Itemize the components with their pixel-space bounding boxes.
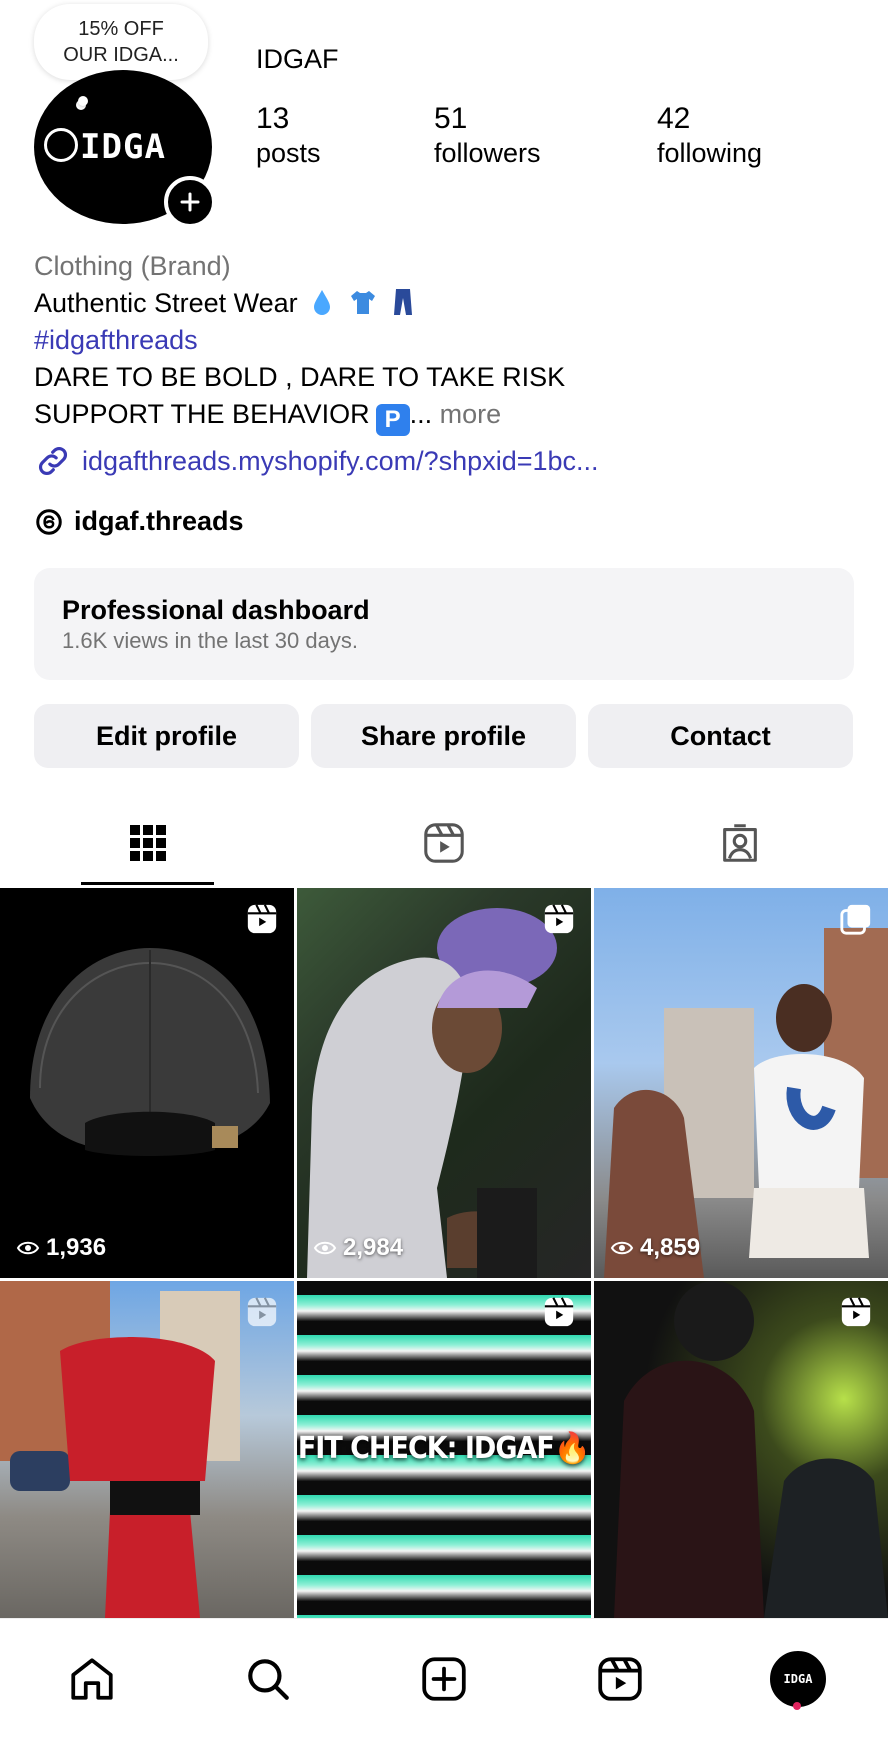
note-line-1: 15% OFF	[78, 18, 164, 40]
stat-following-count: 42	[657, 102, 691, 135]
grid-post-1[interactable]: 1,936	[0, 888, 294, 1278]
hoodie-person-thumbnail	[307, 908, 557, 1278]
view-count-text: 4,859	[640, 1234, 701, 1261]
note-bubble-tail	[78, 96, 88, 106]
eye-icon	[313, 1241, 337, 1255]
contact-button[interactable]: Contact	[588, 704, 853, 768]
nav-profile-avatar: IDGA	[770, 1651, 826, 1707]
stat-following-label: following	[657, 138, 763, 168]
view-count-text: 1,936	[46, 1234, 107, 1261]
threads-handle: idgaf.threads	[74, 506, 244, 536]
eye-logo-icon	[44, 128, 78, 162]
bio-line-1: Authentic Street Wear	[34, 285, 874, 322]
dashboard-title: Professional dashboard	[62, 595, 370, 625]
reel-icon	[841, 1297, 871, 1327]
grid-post-4[interactable]	[0, 1281, 294, 1618]
view-count-text: 2,984	[343, 1234, 404, 1261]
tab-tagged[interactable]	[592, 800, 888, 886]
profile-action-buttons: Edit profile Share profile Contact	[34, 704, 853, 768]
share-profile-button[interactable]: Share profile	[311, 704, 576, 768]
eye-icon	[610, 1241, 634, 1255]
stat-followers-count: 51	[434, 102, 468, 135]
grid-post-5[interactable]: FIT CHECK: IDGAF🔥	[297, 1281, 591, 1618]
bio-line-4: SUPPORT THE BEHAVIOR P... more	[34, 396, 874, 436]
nav-create[interactable]	[414, 1649, 474, 1709]
eye-icon	[16, 1241, 40, 1255]
view-count: 2,984	[313, 1234, 403, 1262]
avatar-logo-text: IDGA	[80, 127, 166, 167]
bio-line-3: DARE TO BE BOLD , DARE TO TAKE RISK	[34, 362, 566, 392]
parking-badge-icon: P	[375, 404, 410, 436]
nav-reels[interactable]	[590, 1649, 650, 1709]
bio-line-1-text: Authentic Street Wear	[34, 288, 298, 318]
nav-profile[interactable]: IDGA	[768, 1649, 828, 1709]
bottom-navigation: IDGA	[0, 1618, 888, 1756]
link-icon	[39, 447, 67, 475]
view-count: 4,859	[610, 1234, 700, 1262]
profile-note-bubble[interactable]: 15% OFF OUR IDGA...	[34, 4, 208, 80]
grid-post-3[interactable]: 4,859	[594, 888, 888, 1278]
reel-icon	[247, 1297, 277, 1327]
reel-icon	[247, 904, 277, 934]
fit-check-overlay: FIT CHECK: IDGAF🔥	[297, 1431, 591, 1466]
reel-icon	[544, 1297, 574, 1327]
party-thumbnail	[614, 1281, 888, 1618]
note-line-2: OUR IDGA...	[63, 44, 179, 66]
edit-profile-button[interactable]: Edit profile	[34, 704, 299, 768]
stat-following[interactable]: 42 following	[657, 102, 762, 170]
posts-grid: 1,936 2,984 4,859 FIT CHECK: IDGAF🔥	[0, 888, 888, 1618]
stat-followers[interactable]: 51 followers	[434, 102, 541, 170]
shirt-icon	[350, 291, 375, 314]
dashboard-subtitle: 1.6K views in the last 30 days.	[62, 628, 358, 653]
home-icon	[71, 1658, 113, 1700]
bio-category: Clothing (Brand)	[34, 251, 231, 281]
add-story-button[interactable]	[164, 176, 216, 228]
nav-search[interactable]	[238, 1649, 298, 1709]
profile-bio: Clothing (Brand) Authentic Street Wear #…	[34, 248, 874, 436]
red-outfit-thumbnail	[0, 1281, 240, 1618]
tab-reels[interactable]	[296, 800, 592, 886]
stat-followers-label: followers	[434, 138, 541, 168]
stat-posts[interactable]: 13 posts	[256, 102, 321, 170]
grid-icon	[130, 825, 166, 861]
bio-ellipsis: ...	[409, 399, 433, 429]
grid-post-2[interactable]: 2,984	[297, 888, 591, 1278]
carousel-icon	[840, 904, 871, 935]
reels-icon	[424, 823, 464, 863]
stat-posts-count: 13	[256, 102, 290, 135]
bio-hashtag-link[interactable]: #idgafthreads	[34, 322, 874, 359]
tagged-person-icon	[723, 824, 757, 862]
profile-website-link[interactable]: idgafthreads.myshopify.com/?shpxid=1bc..…	[34, 442, 599, 480]
stat-posts-label: posts	[256, 138, 321, 168]
plus-icon	[180, 192, 200, 212]
website-link-text: idgafthreads.myshopify.com/?shpxid=1bc..…	[82, 445, 599, 476]
view-count: 1,936	[16, 1234, 106, 1262]
threads-icon	[36, 508, 62, 535]
droplet-icon	[314, 290, 331, 315]
street-photo-thumbnail	[604, 928, 888, 1278]
profile-tabs	[0, 800, 888, 886]
search-icon	[248, 1659, 289, 1700]
bio-more-link[interactable]: more	[440, 399, 502, 429]
professional-dashboard-card[interactable]: Professional dashboard 1.6K views in the…	[34, 568, 854, 680]
reel-icon	[544, 904, 574, 934]
grid-post-6[interactable]	[594, 1281, 888, 1618]
threads-profile-link[interactable]: idgaf.threads	[34, 506, 244, 537]
tab-posts-grid[interactable]	[0, 800, 296, 886]
profile-avatar-wrap[interactable]: IDGA	[34, 70, 216, 228]
jeans-icon	[394, 289, 413, 315]
notification-dot	[793, 1702, 801, 1710]
bio-line-4-text: SUPPORT THE BEHAVIOR	[34, 399, 370, 429]
reels-icon	[598, 1657, 642, 1701]
active-tab-indicator	[81, 882, 214, 885]
profile-username: IDGAF	[256, 44, 339, 74]
create-post-icon	[422, 1657, 466, 1701]
nav-home[interactable]	[62, 1649, 122, 1709]
cap-thumbnail	[30, 948, 270, 1156]
